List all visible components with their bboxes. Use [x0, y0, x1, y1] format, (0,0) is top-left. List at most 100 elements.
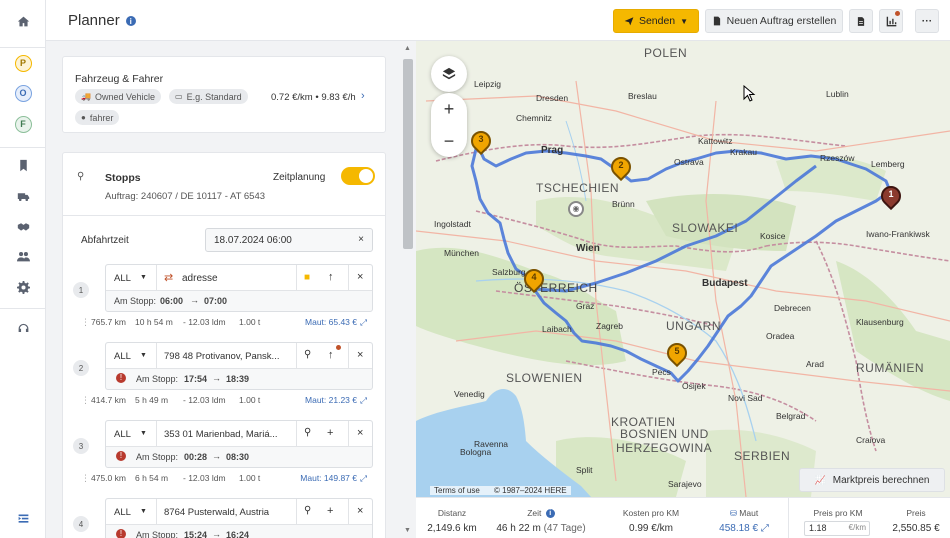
scrollbar-thumb[interactable]	[403, 59, 413, 249]
move-up-icon[interactable]: ↑	[328, 349, 334, 361]
bookmark-icon[interactable]	[0, 153, 46, 177]
gear-icon[interactable]	[0, 275, 46, 299]
segment-toll[interactable]: Maut: 149.87 €	[300, 473, 357, 483]
move-up-icon[interactable]: ↑	[328, 271, 334, 283]
arrow-right-icon: →	[212, 529, 221, 538]
stop-item-4[interactable]: ALL ▼ 8764 Pusterwald, Austria ⚲ + × ! A…	[105, 498, 373, 538]
terms-link[interactable]: Terms of use	[434, 486, 480, 495]
panel-scrollbar[interactable]: ▲ ▼	[400, 41, 414, 538]
location-pin-icon[interactable]: ⚲	[304, 349, 311, 360]
users-icon[interactable]	[0, 244, 46, 268]
price-per-km-input[interactable]: 1.18 €/km	[804, 521, 870, 536]
city-label: Breslau	[628, 91, 657, 101]
close-icon[interactable]: ×	[357, 505, 363, 517]
close-icon[interactable]: ×	[357, 271, 363, 283]
location-pin-icon[interactable]: ⚲	[304, 427, 311, 438]
support-icon[interactable]	[0, 317, 46, 341]
city-label: Klausenburg	[856, 317, 904, 327]
pdf-export-button[interactable]	[849, 9, 873, 33]
expand-icon[interactable]: ⤢	[761, 523, 769, 534]
info-icon[interactable]: i	[545, 509, 555, 519]
waypoint-icon[interactable]: ◉	[568, 201, 584, 217]
stop-item-2[interactable]: ALL ▼ 798 48 Protivanov, Pansk... ⚲ ↑ × …	[105, 342, 373, 390]
zoom-in-button[interactable]: +	[431, 93, 467, 125]
segment-toll[interactable]: Maut: 65.43 €	[305, 317, 357, 327]
segment-toll[interactable]: Maut: 21.23 €	[305, 395, 357, 405]
layers-icon	[442, 67, 456, 80]
layers-button[interactable]	[431, 56, 467, 92]
chart-button[interactable]	[879, 9, 903, 33]
truck-icon[interactable]	[0, 184, 46, 208]
at-stop-label: Am Stopp:	[136, 530, 179, 538]
avatar-p-label: P	[14, 54, 32, 72]
stops-icon: ⚲	[77, 171, 85, 182]
cost-per-km-value: 0.99 €/km	[629, 523, 673, 534]
country-label: SLOWENIEN	[506, 371, 583, 385]
divider	[296, 343, 297, 369]
bookmark-icon[interactable]: ■	[304, 272, 310, 283]
stop-time-row: Am Stopp: 06:00 → 07:00	[106, 291, 372, 311]
stop-type-select[interactable]: ALL	[114, 507, 131, 518]
stop-marker-1[interactable]: 1	[876, 181, 906, 212]
segment-time: 6 h 54 m	[135, 473, 169, 483]
city-label: Venedig	[454, 389, 485, 399]
warning-icon: !	[116, 451, 126, 461]
vehicle-driver-card[interactable]: Fahrzeug & Fahrer 🚚 Owned Vehicle ▭ E.g.…	[62, 56, 386, 133]
route-map[interactable]: POLEN TSCHECHIEN SLOWAKEI ÖSTERREICH UNG…	[416, 41, 950, 497]
city-label: Budapest	[702, 278, 748, 289]
more-button[interactable]: ···	[915, 9, 939, 33]
arrow-right-icon: →	[190, 295, 199, 305]
plus-icon[interactable]: +	[327, 505, 333, 517]
stop-address[interactable]: 798 48 Protivanov, Pansk...	[164, 351, 279, 362]
departure-input[interactable]: 18.07.2024 06:00 ×	[205, 228, 373, 252]
avatar-f[interactable]: F	[0, 112, 46, 136]
scroll-up-icon[interactable]: ▲	[404, 45, 411, 52]
stop-address[interactable]: adresse	[182, 273, 218, 284]
clear-date-icon[interactable]: ×	[358, 234, 364, 245]
collapse-menu-icon[interactable]	[0, 506, 46, 530]
market-price-button[interactable]: 📈 Marktpreis berechnen	[799, 468, 945, 492]
expand-icon[interactable]: ⤢	[360, 395, 367, 406]
stop-marker-4[interactable]: 4	[519, 264, 549, 295]
chevron-right-icon[interactable]: ›	[361, 90, 365, 102]
info-icon[interactable]: i	[125, 16, 136, 27]
close-icon[interactable]: ×	[357, 349, 363, 361]
stop-type-select[interactable]: ALL	[114, 351, 131, 362]
planner-panel: Fahrzeug & Fahrer 🚚 Owned Vehicle ▭ E.g.…	[46, 41, 416, 538]
stop-item-3[interactable]: ALL ▼ 353 01 Marienbad, Mariá... ⚲ + × !…	[105, 420, 373, 468]
handshake-icon[interactable]	[0, 214, 46, 238]
stop-time-to: 16:24	[226, 530, 250, 538]
expand-icon[interactable]: ⤢	[360, 473, 367, 484]
stop-type-select[interactable]: ALL	[114, 429, 131, 440]
avatar-o[interactable]: O	[0, 81, 46, 105]
notification-dot	[895, 11, 900, 16]
rail-divider	[0, 308, 46, 309]
location-pin-icon[interactable]: ⚲	[304, 505, 311, 516]
stop-type-select[interactable]: ALL	[114, 273, 131, 284]
price-per-km-label: Preis pro KM	[813, 508, 863, 518]
at-stop-label: Am Stopp:	[114, 296, 157, 306]
chevron-down-icon: ▼	[680, 16, 689, 26]
country-label: TSCHECHIEN	[536, 181, 620, 195]
plus-icon[interactable]: +	[327, 427, 333, 439]
close-icon[interactable]: ×	[357, 427, 363, 439]
stop-address[interactable]: 353 01 Marienbad, Mariá...	[164, 429, 278, 440]
toll-value[interactable]: 458.18 € ⤢	[706, 523, 782, 534]
standard-chip-label: E.g. Standard	[186, 91, 242, 102]
stop-address[interactable]: 8764 Pusterwald, Austria	[164, 507, 269, 518]
country-label: BOSNIEN UND	[620, 427, 709, 441]
stop-item-1[interactable]: ALL ▼ ⇄ adresse ■ ↑ × Am Stopp: 06:00 → …	[105, 264, 373, 312]
stop-marker-3[interactable]: 3	[466, 126, 496, 157]
home-icon[interactable]	[0, 9, 46, 33]
scroll-down-icon[interactable]: ▼	[404, 527, 411, 534]
stop-marker-5[interactable]: 5	[662, 338, 692, 369]
zeitplanung-toggle[interactable]	[341, 167, 375, 185]
expand-icon[interactable]: ⤢	[360, 317, 367, 328]
cost-per-km-label: Kosten pro KM	[622, 508, 680, 518]
stop-marker-2[interactable]: 2	[606, 152, 636, 183]
send-button[interactable]: Senden ▼	[613, 9, 699, 33]
zoom-out-button[interactable]: −	[431, 125, 467, 157]
new-order-button[interactable]: Neuen Auftrag erstellen	[705, 9, 843, 33]
city-label: Arad	[806, 359, 824, 369]
avatar-p[interactable]: P	[0, 51, 46, 75]
